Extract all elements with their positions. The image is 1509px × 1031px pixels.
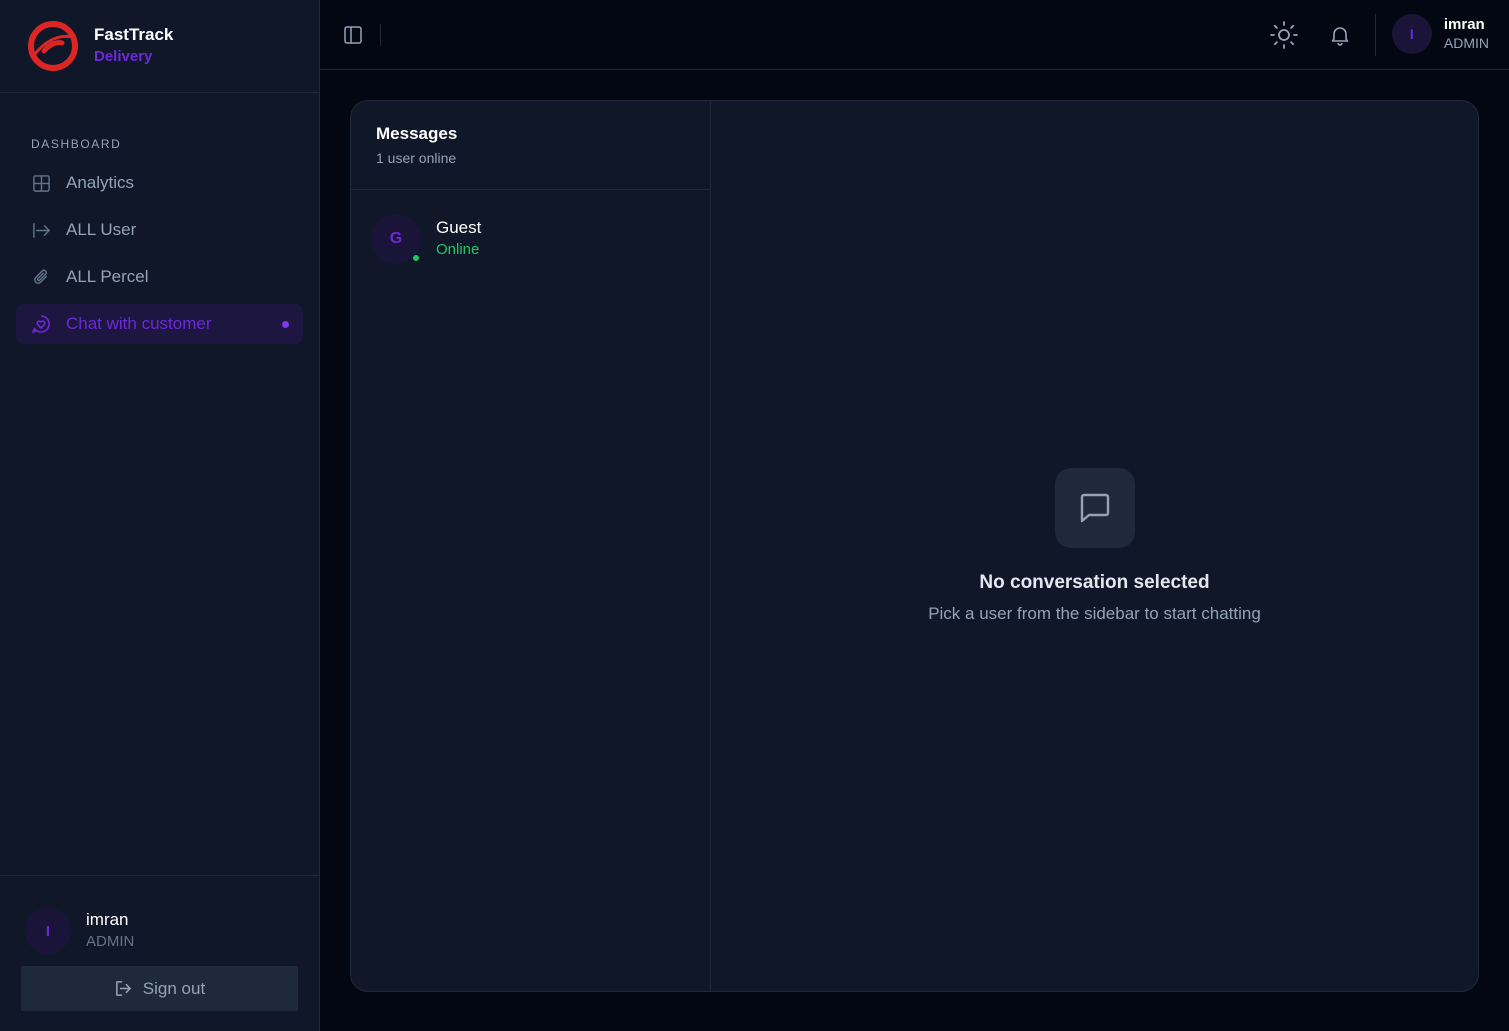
sidebar-item-analytics[interactable]: Analytics	[16, 163, 303, 203]
chat-panel: Messages 1 user online G Guest Online No…	[350, 100, 1479, 992]
sidebar-item-label: Analytics	[66, 173, 135, 192]
active-indicator-dot	[282, 320, 289, 328]
sign-out-label: Sign out	[142, 978, 206, 998]
sidebar-nav: DASHBOARD Analytics ALL User ALL Percel …	[0, 137, 319, 344]
sidebar-item-label: ALL Percel	[66, 267, 149, 286]
conversation-info: Guest Online	[436, 217, 481, 261]
sidebar-item-all-user[interactable]: ALL User	[16, 210, 303, 250]
sidebar-toggle-button[interactable]	[342, 24, 364, 46]
user-name: imran	[86, 910, 129, 929]
avatar: I	[25, 908, 71, 954]
sidebar: FastTrack Delivery DASHBOARD Analytics A…	[0, 0, 320, 1031]
sidebar-user-card[interactable]: I imran ADMIN	[0, 876, 319, 966]
empty-conversation-state: No conversation selected Pick a user fro…	[711, 101, 1478, 991]
user-info: imran ADMIN	[86, 909, 134, 953]
user-role: ADMIN	[86, 933, 135, 950]
app-root: FastTrack Delivery DASHBOARD Analytics A…	[0, 0, 1509, 1031]
sign-out-icon	[115, 981, 131, 996]
conversation-item-guest[interactable]: G Guest Online	[351, 190, 710, 264]
user-info: imran ADMIN	[1444, 15, 1489, 53]
grid-icon	[31, 173, 51, 193]
conversation-list: Messages 1 user online G Guest Online	[351, 101, 711, 991]
arrow-right-to-bar-icon	[31, 220, 51, 240]
empty-state-icon-box	[1054, 468, 1135, 548]
empty-state-subtitle: Pick a user from the sidebar to start ch…	[928, 604, 1261, 623]
online-count: 1 user online	[376, 150, 457, 166]
brand-text: FastTrack Delivery	[94, 24, 173, 68]
online-status-dot	[412, 254, 420, 262]
sun-icon	[1270, 21, 1298, 49]
message-square-icon	[1080, 493, 1109, 523]
conversation-list-header: Messages 1 user online	[351, 101, 710, 190]
bell-icon	[1331, 27, 1349, 46]
topbar-separator	[1375, 14, 1376, 56]
theme-toggle-button[interactable]	[1269, 20, 1299, 50]
sidebar-item-all-percel[interactable]: ALL Percel	[16, 257, 303, 297]
conversation-status: Online	[436, 241, 480, 258]
paperclip-icon	[31, 267, 51, 287]
sidebar-item-label: Chat with customer	[66, 314, 212, 333]
chat-heart-icon	[31, 314, 51, 334]
brand-subtitle: Delivery	[94, 48, 153, 65]
sidebar-item-label: ALL User	[66, 220, 137, 239]
sign-out-button[interactable]: Sign out	[21, 966, 298, 1011]
user-name: imran	[1443, 16, 1485, 33]
conversation-name: Guest	[436, 218, 482, 237]
topbar-user-menu[interactable]: I imran ADMIN	[1391, 14, 1489, 54]
brand-logo-icon	[28, 21, 78, 71]
empty-state-title: No conversation selected	[979, 572, 1210, 593]
nav-heading: DASHBOARD	[31, 137, 122, 151]
topbar-divider	[380, 24, 381, 46]
avatar-initial: G	[389, 230, 403, 247]
notifications-button[interactable]	[1327, 22, 1353, 48]
avatar: G	[371, 214, 421, 264]
sidebar-footer: I imran ADMIN Sign out	[0, 875, 319, 1031]
user-role: ADMIN	[1443, 35, 1489, 51]
sidebar-toggle-icon	[344, 26, 362, 44]
avatar: I	[1391, 14, 1432, 54]
messages-title: Messages	[376, 124, 458, 143]
brand[interactable]: FastTrack Delivery	[0, 0, 319, 93]
brand-name: FastTrack	[94, 25, 174, 44]
sidebar-item-chat-with-customer[interactable]: Chat with customer	[16, 304, 303, 344]
topbar: I imran ADMIN	[320, 0, 1509, 70]
